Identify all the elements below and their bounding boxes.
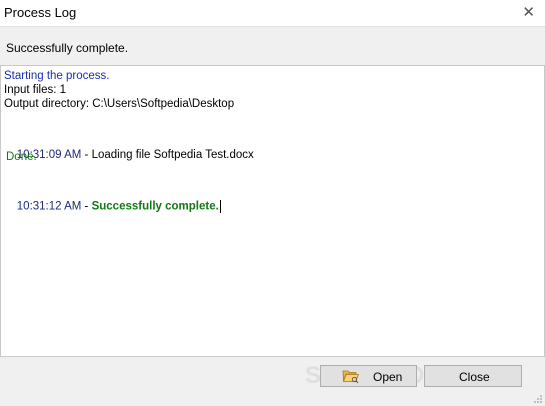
log-entry-complete: 10:31:12 AM - Successfully complete.: [4, 188, 221, 225]
folder-open-icon: [342, 370, 359, 383]
log-line-start: Starting the process.: [4, 70, 110, 82]
close-icon[interactable]: ✕: [522, 3, 535, 21]
log-line-done: Done.: [6, 151, 37, 163]
close-button-label: Close: [459, 370, 490, 384]
close-button[interactable]: Close: [424, 365, 522, 387]
title-bar: Process Log ✕: [0, 0, 545, 27]
open-button[interactable]: Open: [320, 365, 417, 387]
resize-grip-icon[interactable]: [533, 394, 543, 404]
log-success-message: Successfully complete.: [91, 200, 219, 213]
log-message: Loading file Softpedia Test.docx: [91, 149, 254, 161]
log-separator: -: [81, 149, 92, 161]
log-line-input-files: Input files: 1: [4, 84, 67, 96]
text-caret: [219, 200, 221, 213]
open-button-label: Open: [373, 370, 403, 384]
status-message: Successfully complete.: [6, 41, 129, 55]
log-line-output-dir: Output directory: C:\Users\Softpedia\Des…: [4, 98, 235, 110]
window-title: Process Log: [4, 5, 77, 20]
log-entry-loading: 10:31:09 AM - Loading file Softpedia Tes…: [4, 137, 254, 173]
process-log-panel[interactable]: Starting the process. Input files: 1 Out…: [0, 65, 545, 357]
log-separator: -: [81, 200, 92, 213]
log-timestamp: 10:31:12 AM: [16, 200, 82, 213]
